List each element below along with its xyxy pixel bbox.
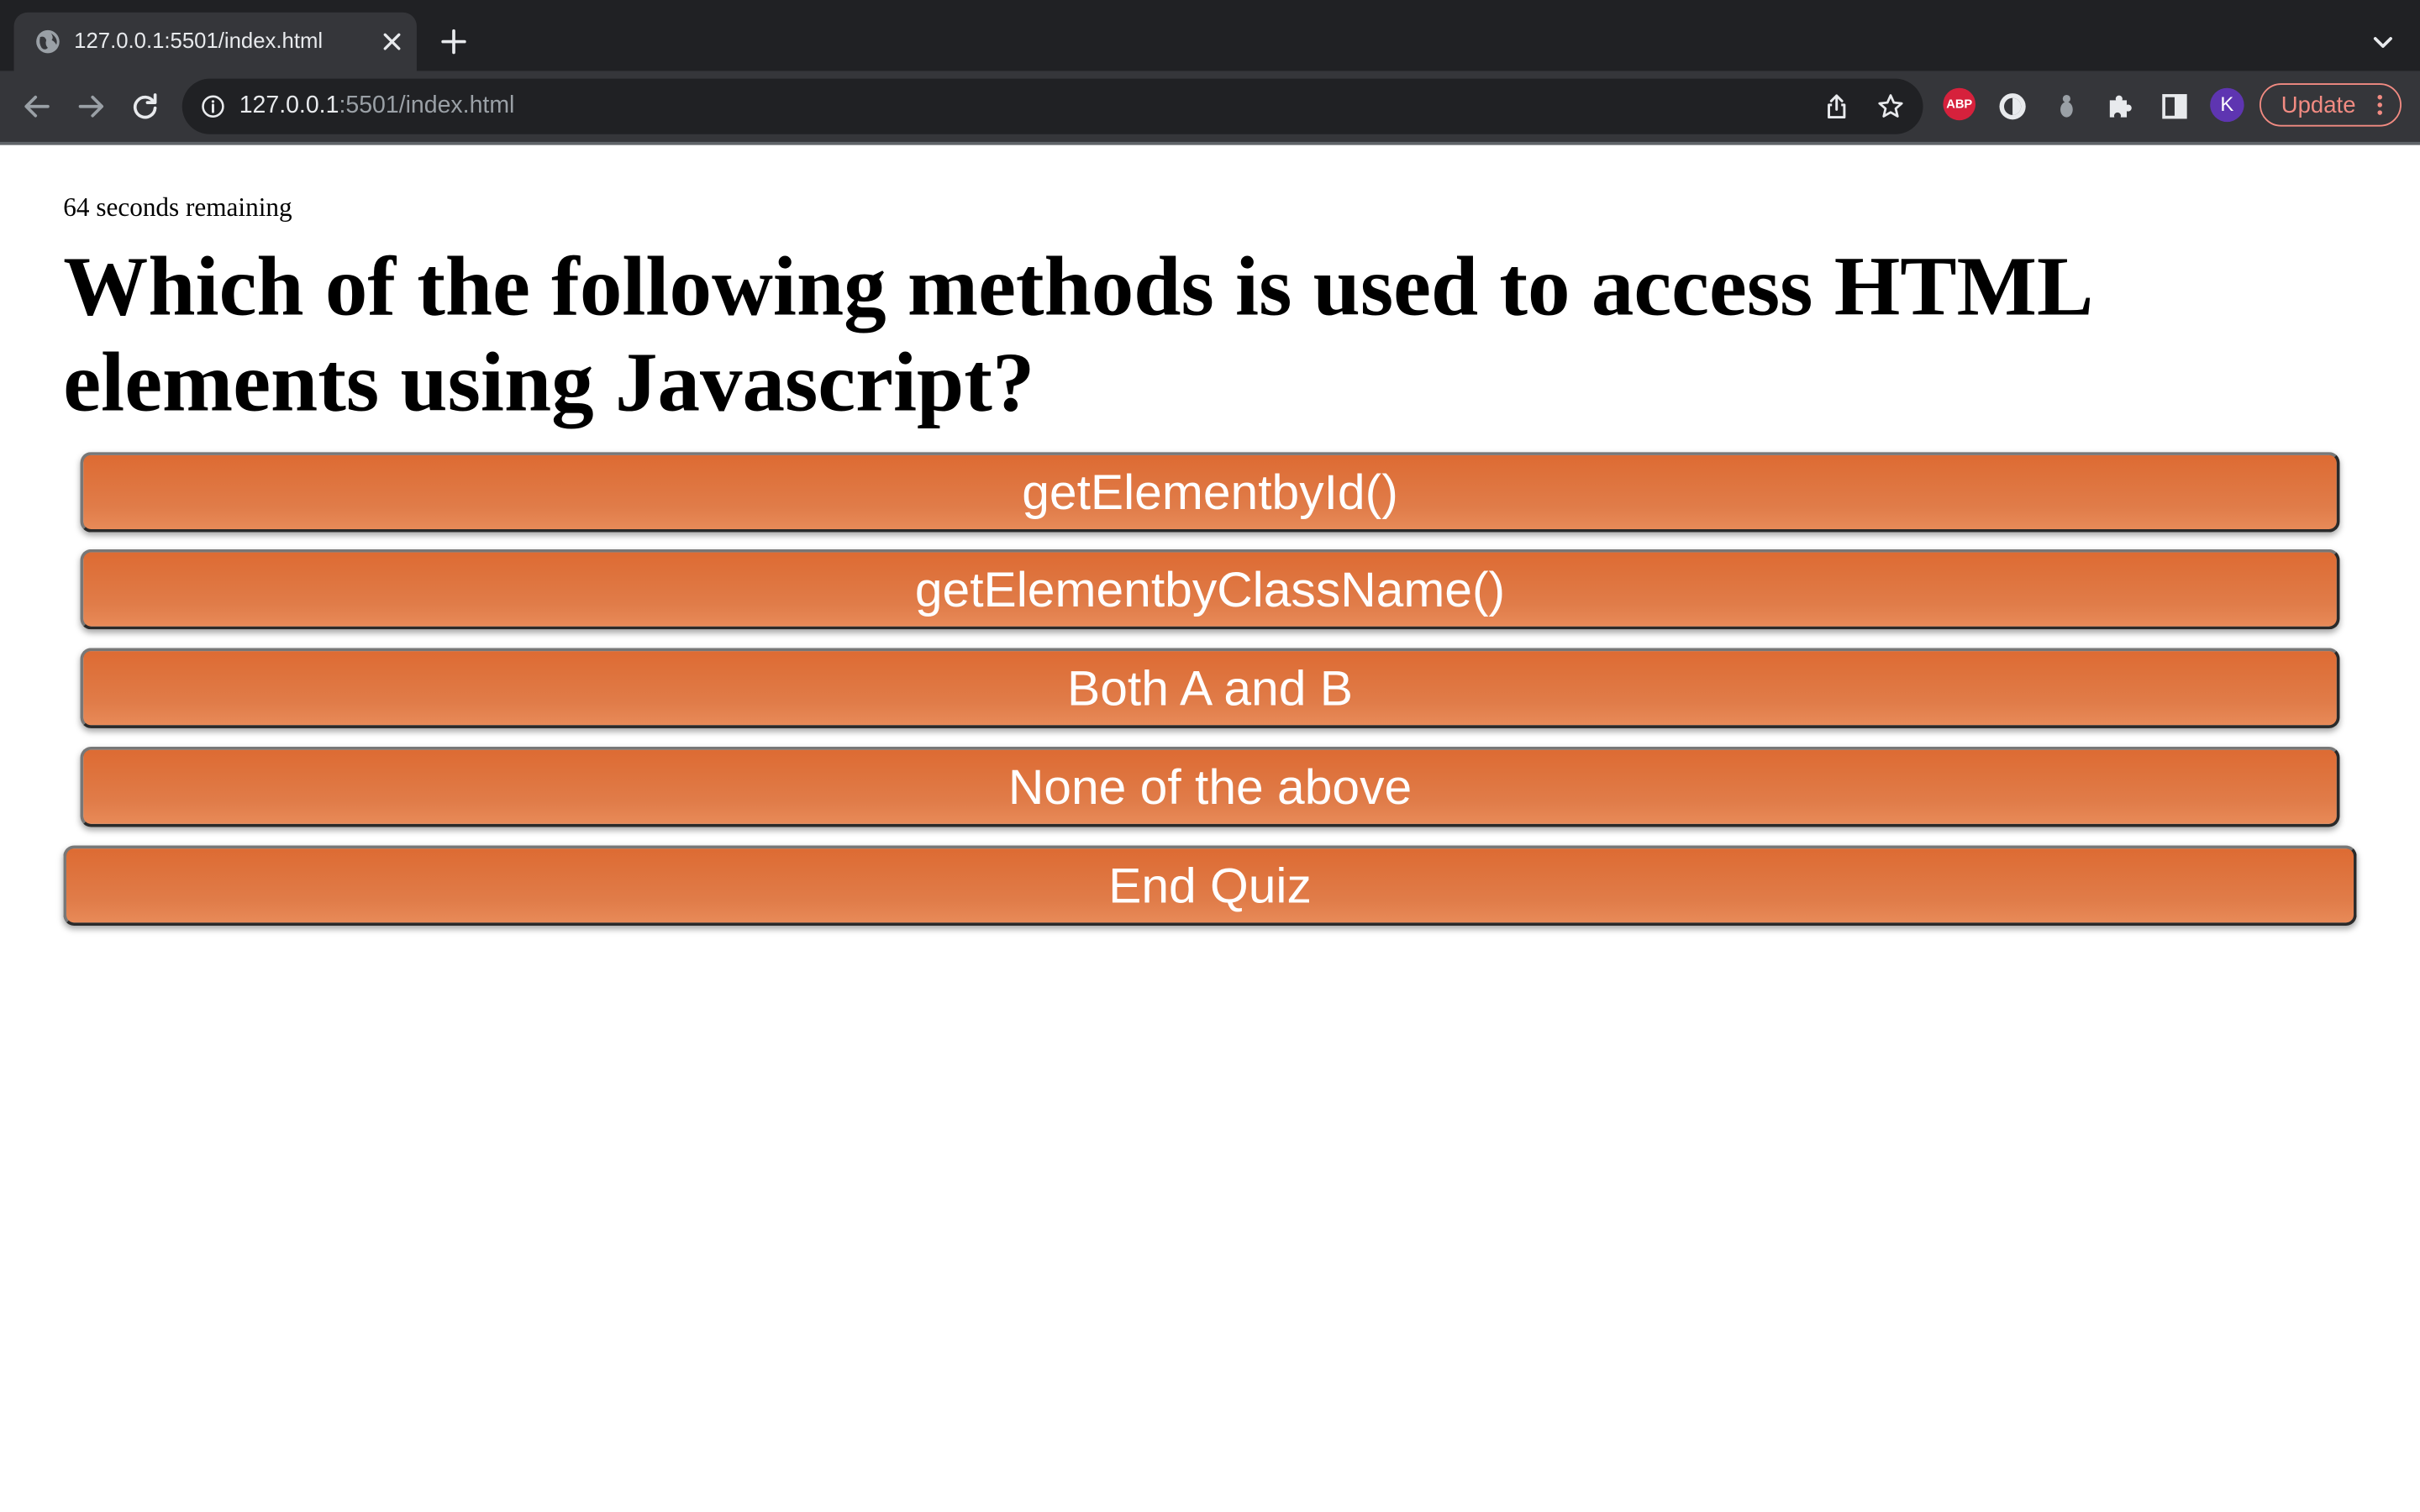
end-quiz-button[interactable]: End Quiz — [63, 845, 2357, 927]
star-icon[interactable] — [1876, 92, 1904, 120]
url-host: 127.0.0.1 — [239, 92, 339, 119]
side-panel-icon[interactable] — [2158, 90, 2191, 123]
address-bar[interactable]: 127.0.0.1:5501/index.html — [182, 78, 1923, 134]
new-tab-icon[interactable] — [439, 26, 470, 57]
tab-strip: 127.0.0.1:5501/index.html — [0, 0, 2420, 71]
toolbar-divider — [0, 141, 2420, 145]
update-label: Update — [2281, 92, 2356, 119]
url-text[interactable]: 127.0.0.1:5501/index.html — [239, 92, 515, 120]
forward-arrow-icon[interactable] — [74, 90, 108, 123]
puzzle-icon[interactable] — [2103, 90, 2137, 123]
answer-button-4[interactable]: None of the above — [80, 746, 2340, 827]
close-icon[interactable] — [378, 28, 406, 55]
share-icon[interactable] — [1823, 92, 1850, 120]
back-arrow-icon[interactable] — [20, 90, 54, 123]
info-icon[interactable] — [201, 94, 225, 118]
tab-title: 127.0.0.1:5501/index.html — [74, 28, 324, 53]
more-vert-icon — [2377, 94, 2382, 115]
globe-icon — [36, 29, 60, 54]
browser-tab[interactable]: 127.0.0.1:5501/index.html — [13, 12, 417, 71]
chevron-down-icon[interactable] — [2369, 28, 2396, 55]
extension-icon[interactable] — [2049, 90, 2083, 123]
browser-window: 127.0.0.1:5501/index.html 127.0.0.1:5501… — [0, 0, 2420, 1512]
answer-button-2[interactable]: getElementbyClassName() — [80, 549, 2340, 630]
answer-button-1[interactable]: getElementbyId() — [80, 452, 2340, 533]
reload-icon[interactable] — [128, 90, 161, 123]
profile-avatar[interactable]: K — [2210, 87, 2244, 123]
answer-button-3[interactable]: Both A and B — [80, 648, 2340, 728]
dark-mode-extension-icon[interactable] — [1996, 90, 2029, 123]
update-button[interactable]: Update — [2259, 83, 2402, 127]
browser-toolbar: 127.0.0.1:5501/index.html ABP K Update — [0, 71, 2420, 142]
question-heading: Which of the following methods is used t… — [63, 239, 2089, 429]
url-path: :5501/index.html — [339, 92, 515, 119]
timer-text: 64 seconds remaining — [63, 192, 292, 223]
adblock-extension-icon[interactable]: ABP — [1943, 87, 1976, 121]
